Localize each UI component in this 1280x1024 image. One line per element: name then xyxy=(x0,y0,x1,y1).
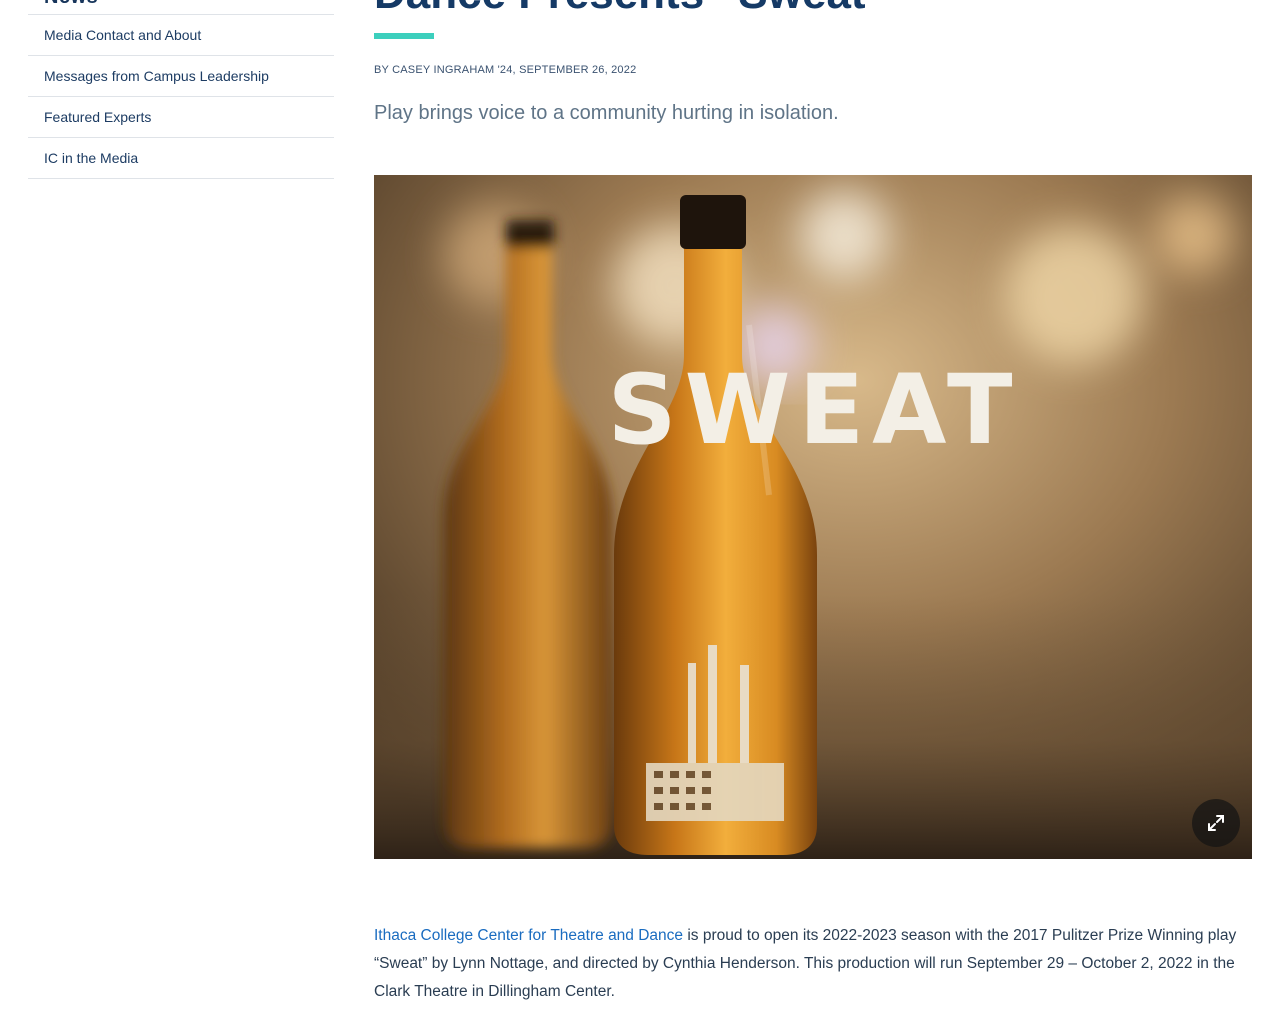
theatre-dance-link[interactable]: Ithaca College Center for Theatre and Da… xyxy=(374,927,683,944)
sidebar-item-featured-experts[interactable]: Featured Experts xyxy=(28,97,334,138)
sidebar-list: Media Contact and About Messages from Ca… xyxy=(28,15,334,179)
sidebar-item-messages-leadership[interactable]: Messages from Campus Leadership xyxy=(28,56,334,97)
sidebar-item-media-contact[interactable]: Media Contact and About xyxy=(28,15,334,56)
sweat-poster-illustration: SWEAT xyxy=(374,175,1252,859)
expand-icon xyxy=(1208,815,1224,831)
article-byline: By Casey Ingraham '24, September 26, 202… xyxy=(374,64,637,76)
sidebar-header: News xyxy=(28,0,334,15)
page: News Media Contact and About Messages fr… xyxy=(0,0,1280,1024)
hero-image: SWEAT xyxy=(374,175,1252,859)
poster-title: SWEAT xyxy=(608,354,1021,466)
article-body-paragraph: Ithaca College Center for Theatre and Da… xyxy=(374,922,1252,1006)
title-accent-rule xyxy=(374,33,434,39)
article-subtitle: Play brings voice to a community hurting… xyxy=(374,102,839,124)
sidebar-nav: News Media Contact and About Messages fr… xyxy=(28,0,334,179)
expand-image-button[interactable] xyxy=(1192,799,1240,847)
article-title: Dance Presents “Sweat” xyxy=(374,0,888,18)
sidebar-heading: News xyxy=(44,0,98,9)
sidebar-item-ic-in-media[interactable]: IC in the Media xyxy=(28,138,334,179)
